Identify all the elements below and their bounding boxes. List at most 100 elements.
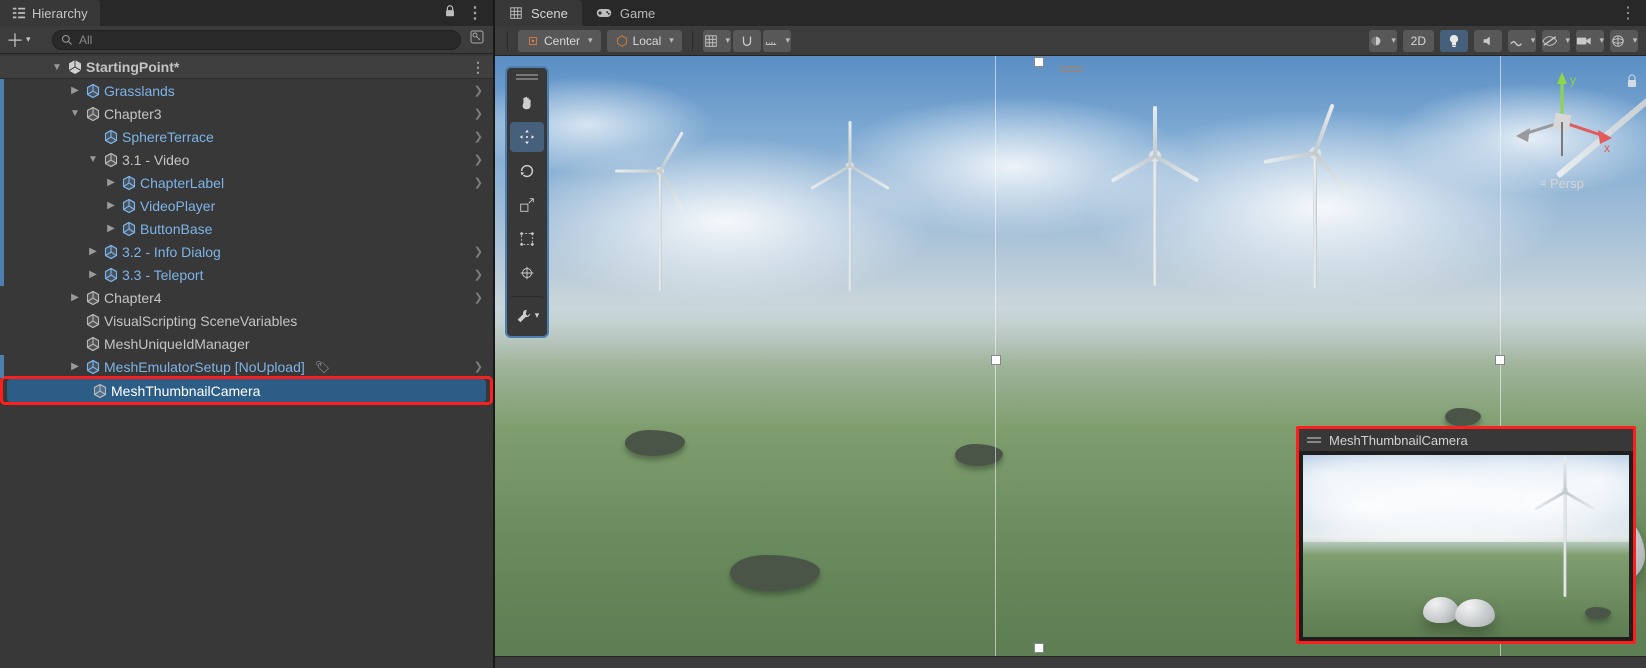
tree-row[interactable]: ▶ 3.3 - Teleport ❯	[0, 263, 493, 286]
bulb-icon	[1448, 34, 1460, 48]
rock	[1445, 408, 1481, 426]
tree-item-label: 3.3 - Teleport	[122, 267, 207, 283]
prefab-icon	[102, 128, 120, 146]
prefab-icon	[102, 266, 120, 284]
selection-handle[interactable]	[1035, 644, 1043, 652]
tree-row[interactable]: ▶3.2 - Info Dialog❯	[0, 240, 493, 263]
lighting-toggle[interactable]	[1440, 30, 1468, 52]
search-placeholder: All	[79, 33, 92, 47]
tree-row[interactable]: ▶MeshEmulatorSetup [NoUpload]🏷❯	[0, 355, 493, 378]
expand-arrow[interactable]: ▶	[68, 292, 82, 303]
tree-row[interactable]: ▶Grasslands❯	[0, 79, 493, 102]
expand-arrow[interactable]: ▼	[86, 154, 100, 165]
fx-toggle[interactable]	[1508, 30, 1536, 52]
tree-item-label: Chapter3	[104, 106, 166, 122]
hierarchy-tree[interactable]: ▼ StartingPoint* ⋮ ▶Grasslands❯ ▼ Chapter3…	[0, 54, 493, 668]
draw-mode-button[interactable]	[1369, 30, 1397, 52]
open-prefab-chevron[interactable]: ❯	[474, 107, 483, 120]
tab-scene[interactable]: Scene	[495, 0, 582, 26]
open-prefab-chevron[interactable]: ❯	[474, 84, 483, 97]
tree-row[interactable]: ▶MeshUniqueIdManager	[0, 332, 493, 355]
preview-drag-handle[interactable]	[1307, 437, 1321, 443]
selection-handle[interactable]	[1035, 58, 1043, 66]
rotate-tool[interactable]	[510, 156, 544, 186]
expand-arrow[interactable]: ▶	[104, 177, 118, 188]
prefab-icon	[120, 197, 138, 215]
projection-label[interactable]: ≡Persp	[1540, 176, 1584, 191]
toggle-2d-button[interactable]: 2D	[1403, 30, 1434, 52]
search-by-type-icon[interactable]	[467, 29, 487, 50]
panel-menu-icon[interactable]: ⋮	[467, 3, 483, 23]
tree-row[interactable]: ▶VisualScripting SceneVariables	[0, 309, 493, 332]
override-marker	[0, 240, 4, 263]
hierarchy-tab-label: Hierarchy	[32, 6, 88, 21]
expand-arrow[interactable]: ▶	[86, 269, 100, 280]
scale-tool[interactable]	[510, 190, 544, 220]
scene-row[interactable]: ▼ StartingPoint* ⋮	[0, 56, 493, 79]
tools-drag-handle[interactable]	[516, 74, 538, 80]
open-prefab-chevron[interactable]: ❯	[474, 360, 483, 373]
wind-turbine	[1135, 136, 1175, 286]
expand-arrow[interactable]: ▶	[104, 223, 118, 234]
open-prefab-chevron[interactable]: ❯	[474, 291, 483, 304]
hierarchy-tab[interactable]: Hierarchy	[0, 0, 100, 26]
snap-increment-button[interactable]	[733, 30, 761, 52]
expand-arrow[interactable]: ▶	[104, 200, 118, 211]
prefab-icon	[120, 220, 138, 238]
wind-turbine-large	[1625, 56, 1646, 446]
tree-row[interactable]: ▶ButtonBase	[0, 217, 493, 240]
tree-row[interactable]: ▶SphereTerrace❯	[0, 125, 493, 148]
scene-menu-icon[interactable]: ⋮	[471, 59, 485, 76]
hand-tool[interactable]	[510, 88, 544, 118]
gizmos-button[interactable]	[1610, 30, 1638, 52]
scale-icon	[518, 196, 536, 214]
scene-viewport[interactable]: ▾ y x	[495, 56, 1646, 656]
tree-row[interactable]: ▶ChapterLabel❯	[0, 171, 493, 194]
create-button[interactable]: ＋ ▾	[6, 27, 46, 53]
custom-tools-button[interactable]: ▾	[510, 296, 544, 330]
camera-icon	[1576, 35, 1591, 47]
tree-row[interactable]: ▼ Chapter3 ❯	[0, 102, 493, 125]
selection-handle[interactable]	[992, 356, 1000, 364]
rect-tool[interactable]	[510, 224, 544, 254]
override-marker	[0, 171, 4, 194]
audio-toggle[interactable]	[1474, 30, 1502, 52]
scene-panel-menu-icon[interactable]: ⋮	[1610, 0, 1646, 26]
tree-row[interactable]: ▶VideoPlayer	[0, 194, 493, 217]
gizmo-lock-icon[interactable]	[1626, 74, 1638, 91]
tab-game[interactable]: Game	[582, 0, 669, 26]
search-input[interactable]: All	[52, 30, 461, 50]
orientation-gizmo[interactable]: y x ≡Persp	[1502, 72, 1622, 212]
tree-row[interactable]: ▶Chapter4❯	[0, 286, 493, 309]
selection-handle[interactable]	[1496, 356, 1504, 364]
open-prefab-chevron[interactable]: ❯	[474, 245, 483, 258]
transform-tool[interactable]	[510, 258, 544, 288]
open-prefab-chevron[interactable]: ❯	[474, 176, 483, 189]
expand-arrow[interactable]: ▼	[68, 108, 82, 119]
camera-preview-header[interactable]: MeshThumbnailCamera	[1299, 429, 1633, 451]
open-prefab-chevron[interactable]: ❯	[474, 268, 483, 281]
tree-row[interactable]: ▶MeshThumbnailCamera	[7, 379, 486, 402]
rotate-icon	[518, 162, 536, 180]
tree-row[interactable]: ▼3.1 - Video❯	[0, 148, 493, 171]
axes-icon: y x	[1512, 72, 1612, 172]
lock-icon[interactable]	[443, 4, 457, 23]
grid-snap-button[interactable]	[703, 30, 731, 52]
camera-preview-title: MeshThumbnailCamera	[1329, 433, 1468, 448]
override-marker	[0, 217, 4, 240]
pivot-icon	[526, 34, 540, 48]
expand-arrow[interactable]: ▶	[86, 246, 100, 257]
space-mode-button[interactable]: Local	[607, 30, 682, 52]
hand-icon	[518, 94, 536, 112]
expand-arrow[interactable]: ▶	[68, 361, 82, 372]
visibility-toggle[interactable]	[1542, 30, 1570, 52]
pivot-mode-button[interactable]: Center	[518, 30, 601, 52]
camera-button[interactable]	[1576, 30, 1604, 52]
open-prefab-chevron[interactable]: ❯	[474, 130, 483, 143]
expand-arrow[interactable]: ▶	[68, 85, 82, 96]
open-prefab-chevron[interactable]: ❯	[474, 153, 483, 166]
overlay-drag-handle[interactable]	[1059, 66, 1083, 74]
snap-settings-button[interactable]	[763, 30, 791, 52]
move-tool[interactable]	[510, 122, 544, 152]
rect-icon	[518, 230, 536, 248]
